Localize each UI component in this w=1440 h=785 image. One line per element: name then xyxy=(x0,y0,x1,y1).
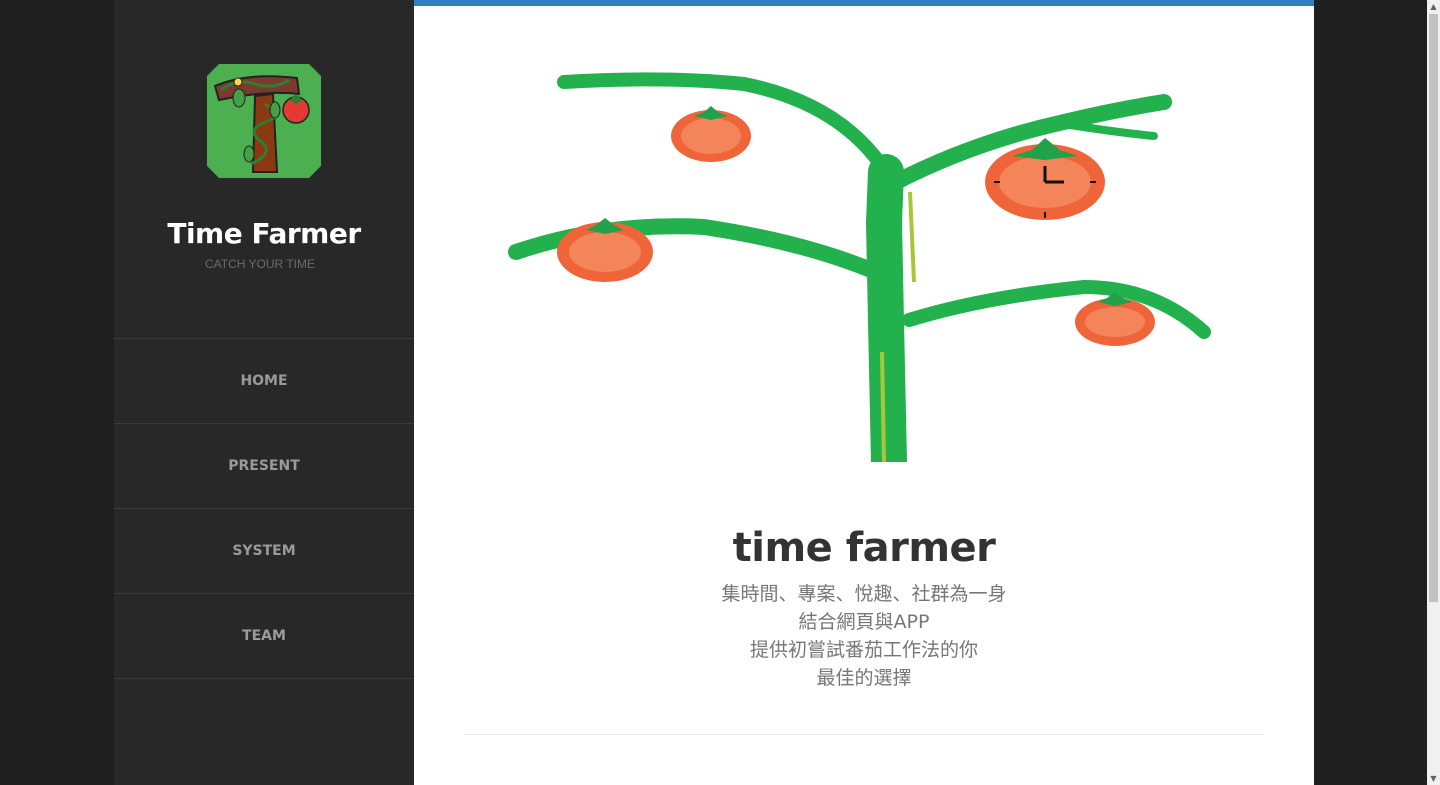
site-logo[interactable] xyxy=(207,64,321,178)
vertical-scrollbar[interactable]: ▲ ▼ xyxy=(1427,0,1440,785)
nav-item-home[interactable]: HOME xyxy=(114,339,414,424)
description-line: 集時間、專案、悅趣、社群為一身 xyxy=(721,583,1007,605)
scroll-up-icon[interactable]: ▲ xyxy=(1427,0,1440,13)
nav-item-label: SYSTEM xyxy=(232,543,296,559)
main-content: time farmer 集時間、專案、悅趣、社群為一身 結合網頁與APP 提供初… xyxy=(414,0,1314,785)
scroll-down-icon[interactable]: ▼ xyxy=(1427,772,1440,785)
nav-item-label: TEAM xyxy=(242,628,286,644)
site-tagline: CATCH YOUR TIME xyxy=(204,257,315,271)
site-title[interactable]: Time Farmer xyxy=(114,214,414,254)
nav-item-present[interactable]: PRESENT xyxy=(114,424,414,509)
description-line: 提供初嘗試番茄工作法的你 xyxy=(749,639,978,661)
tomato-clock xyxy=(985,138,1105,220)
description-line: 最佳的選擇 xyxy=(816,667,912,689)
description-line: 結合網頁與APP xyxy=(798,611,930,633)
nav-item-system[interactable]: SYSTEM xyxy=(114,509,414,594)
hero-illustration xyxy=(504,62,1224,480)
section-divider xyxy=(464,734,1264,735)
sidebar: Time Farmer CATCH YOUR TIME HOME PRESENT… xyxy=(114,0,414,785)
page-headline: time farmer xyxy=(732,525,996,571)
nav-item-label: HOME xyxy=(240,373,288,389)
tomato-tree-illustration xyxy=(508,72,1211,480)
description: 集時間、專案、悅趣、社群為一身 結合網頁與APP 提供初嘗試番茄工作法的你 最佳… xyxy=(414,580,1314,692)
nav-item-label: PRESENT xyxy=(228,458,300,474)
tomato-upper-left xyxy=(671,106,751,162)
main-nav: HOME PRESENT SYSTEM TEAM xyxy=(114,338,414,679)
nav-item-team[interactable]: TEAM xyxy=(114,594,414,679)
scroll-thumb[interactable] xyxy=(1429,14,1438,602)
tomato-vine-logo-icon xyxy=(207,64,321,178)
